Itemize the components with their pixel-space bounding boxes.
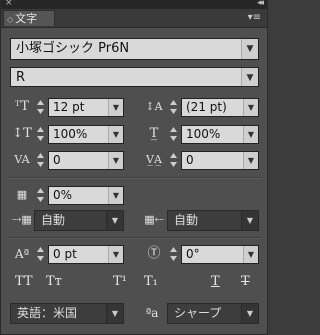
- chevron-down-icon: ▼: [241, 304, 258, 323]
- horizontal-scale-stepper[interactable]: [169, 125, 178, 143]
- underline-button[interactable]: T: [211, 274, 220, 290]
- font-style-value: R: [16, 70, 26, 85]
- font-family-value: 小塚ゴシック Pr6N: [16, 41, 130, 56]
- font-size-field[interactable]: 12 pt ▼: [48, 98, 124, 117]
- antialias-dropdown[interactable]: シャープ ▼: [167, 303, 259, 324]
- aki-right-icon: ▦⇠: [144, 213, 164, 226]
- rotation-field[interactable]: 0° ▼: [181, 245, 259, 264]
- leading-icon: ↕A: [145, 100, 163, 113]
- language-dropdown[interactable]: 英語：米国 ▼: [10, 303, 124, 324]
- panel-menu-icon[interactable]: ▾≡: [248, 12, 261, 23]
- chevron-down-icon: ▼: [241, 68, 258, 86]
- font-size-stepper[interactable]: [36, 98, 45, 116]
- leading-value: (21 pt): [186, 100, 227, 114]
- chevron-down-icon: ▼: [106, 304, 123, 323]
- double-chevron-icon: ◇: [7, 15, 14, 24]
- aki-left-dropdown[interactable]: 自動 ▼: [34, 210, 124, 231]
- chevron-down-icon: ▼: [243, 99, 258, 116]
- aki-right-value: 自動: [174, 213, 199, 227]
- horizontal-scale-icon: T̲: [149, 126, 159, 141]
- close-icon[interactable]: ×: [5, 0, 13, 8]
- chevron-down-icon: ▼: [108, 152, 123, 169]
- tracking-icon: V̲A̲: [146, 153, 162, 166]
- vertical-scale-field[interactable]: 100% ▼: [48, 125, 124, 144]
- aki-right-dropdown[interactable]: 自動 ▼: [167, 210, 259, 231]
- chevron-down-icon: ▼: [108, 99, 123, 116]
- strikethrough-button[interactable]: T: [241, 274, 250, 290]
- panel-tabbar: ◇ 文字 ▾≡: [1, 9, 267, 28]
- tsume-stepper[interactable]: [36, 186, 45, 204]
- tsume-field[interactable]: 0% ▼: [48, 186, 124, 205]
- tsume-icon: ▦: [16, 188, 28, 201]
- chevron-down-icon: ▼: [108, 246, 123, 263]
- baseline-shift-stepper[interactable]: [36, 245, 45, 263]
- horizontal-scale-value: 100%: [186, 127, 221, 141]
- divider: [7, 237, 261, 239]
- leading-field[interactable]: (21 pt) ▼: [181, 98, 259, 117]
- chevron-down-icon: ▼: [243, 126, 258, 143]
- panel-titlebar: × ◂◂: [1, 0, 267, 9]
- vertical-scale-stepper[interactable]: [36, 125, 45, 143]
- chevron-down-icon: ▼: [108, 126, 123, 143]
- chevron-down-icon: ▼: [241, 211, 258, 230]
- chevron-down-icon: ▼: [106, 211, 123, 230]
- kerning-field[interactable]: 0 ▼: [48, 151, 124, 170]
- font-family-dropdown[interactable]: 小塚ゴシック Pr6N ▼: [10, 38, 259, 60]
- small-caps-button[interactable]: Tт: [46, 274, 62, 290]
- antialias-icon: ªa: [145, 306, 159, 320]
- superscript-button[interactable]: T¹: [113, 274, 127, 290]
- character-panel: × ◂◂ ◇ 文字 ▾≡ 小塚ゴシック Pr6N ▼ R ▼ ᵀT 12 pt ▼…: [0, 0, 268, 335]
- all-caps-button[interactable]: TT: [15, 274, 33, 290]
- baseline-shift-field[interactable]: 0 pt ▼: [48, 245, 124, 264]
- kerning-icon: VA: [14, 153, 30, 166]
- aki-left-icon: ⇢▦: [12, 213, 32, 226]
- chevron-down-icon: ▼: [243, 246, 258, 263]
- font-size-value: 12 pt: [53, 100, 85, 114]
- tab-character[interactable]: ◇ 文字: [3, 10, 55, 26]
- tab-label: 文字: [15, 12, 38, 25]
- kerning-value: 0: [53, 153, 61, 167]
- font-size-icon: ᵀT: [14, 99, 30, 114]
- chevron-down-icon: ▼: [243, 152, 258, 169]
- tracking-stepper[interactable]: [169, 151, 178, 169]
- rotation-icon: Ⓣ: [147, 246, 161, 261]
- horizontal-scale-field[interactable]: 100% ▼: [181, 125, 259, 144]
- chevron-down-icon: ▼: [241, 39, 258, 59]
- baseline-shift-value: 0 pt: [53, 247, 77, 261]
- vertical-scale-value: 100%: [53, 127, 88, 141]
- kerning-stepper[interactable]: [36, 151, 45, 169]
- rotation-stepper[interactable]: [169, 245, 178, 263]
- baseline-shift-icon: Aª: [14, 247, 30, 261]
- aki-left-value: 自動: [41, 213, 66, 227]
- collapse-icon[interactable]: ◂◂: [257, 0, 264, 8]
- chevron-down-icon: ▼: [108, 187, 123, 204]
- vertical-scale-icon: ↕T: [12, 126, 32, 141]
- tracking-field[interactable]: 0 ▼: [181, 151, 259, 170]
- antialias-value: シャープ: [174, 306, 222, 320]
- leading-stepper[interactable]: [169, 98, 178, 116]
- language-value: 英語：米国: [17, 306, 78, 320]
- tsume-value: 0%: [53, 188, 73, 202]
- font-style-dropdown[interactable]: R ▼: [10, 67, 259, 87]
- subscript-button[interactable]: T₁: [144, 274, 158, 290]
- rotation-value: 0°: [186, 247, 200, 261]
- tracking-value: 0: [186, 153, 194, 167]
- divider: [7, 177, 261, 179]
